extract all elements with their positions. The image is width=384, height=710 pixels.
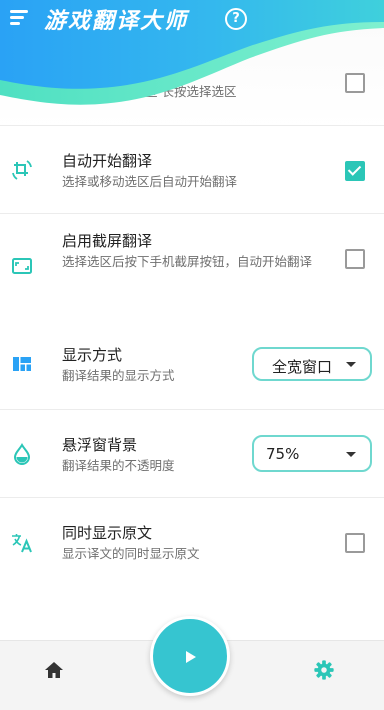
auto-translate-checkbox[interactable] — [345, 161, 365, 181]
dropdown-value: 75% — [266, 445, 300, 463]
auto-rotate-icon — [12, 160, 32, 180]
setting-title: 显示方式 — [62, 346, 123, 364]
screenshot-icon — [12, 258, 32, 274]
show-original-checkbox[interactable] — [345, 533, 365, 553]
setting-title: 启用截屏翻译 — [62, 232, 153, 250]
opacity-drop-icon — [13, 443, 31, 465]
setting-row-show-original[interactable]: 同时显示原文 显示译文的同时显示原文 — [0, 498, 384, 588]
help-icon[interactable]: ? — [225, 8, 247, 30]
setting-subtitle: 选择或移动选区后自动开始翻译 — [62, 174, 238, 189]
float-background-dropdown[interactable]: 75% — [252, 435, 372, 472]
app-title: 游戏翻译大师 — [44, 8, 189, 34]
play-button[interactable] — [150, 616, 230, 696]
app-header: 游戏翻译大师 ? — [0, 0, 384, 36]
setting-row-float-background[interactable]: 悬浮窗背景 翻译结果的不透明度 75% — [0, 410, 384, 498]
chevron-down-icon — [346, 362, 356, 367]
screenshot-translate-checkbox[interactable] — [345, 249, 365, 269]
hamburger-icon[interactable] — [10, 10, 30, 26]
setting-title: 同时显示原文 — [62, 524, 153, 542]
gear-icon[interactable] — [313, 659, 335, 681]
setting-title: 悬浮窗背景 — [62, 436, 138, 454]
setting-subtitle: 选择选区后按下手机截屏按钮，自动开始翻译 — [62, 254, 313, 269]
dropdown-value: 全宽窗口 — [272, 358, 333, 376]
home-icon[interactable] — [44, 660, 64, 680]
setting-subtitle: 显示译文的同时显示原文 — [62, 546, 200, 561]
setting-row-display-mode[interactable]: 显示方式 翻译结果的显示方式 全宽窗口 — [0, 314, 384, 410]
setting-title: 自动开始翻译 — [62, 152, 153, 170]
setting-row-screenshot-translate[interactable]: 启用截屏翻译 选择选区后按下手机截屏按钮，自动开始翻译 — [0, 214, 384, 314]
setting-row-auto-translate[interactable]: 自动开始翻译 选择或移动选区后自动开始翻译 — [0, 126, 384, 214]
chevron-down-icon — [346, 452, 356, 457]
play-icon — [186, 651, 196, 663]
display-mode-dropdown[interactable]: 全宽窗口 — [252, 347, 372, 381]
layout-icon — [13, 357, 31, 371]
translate-icon — [12, 534, 32, 553]
